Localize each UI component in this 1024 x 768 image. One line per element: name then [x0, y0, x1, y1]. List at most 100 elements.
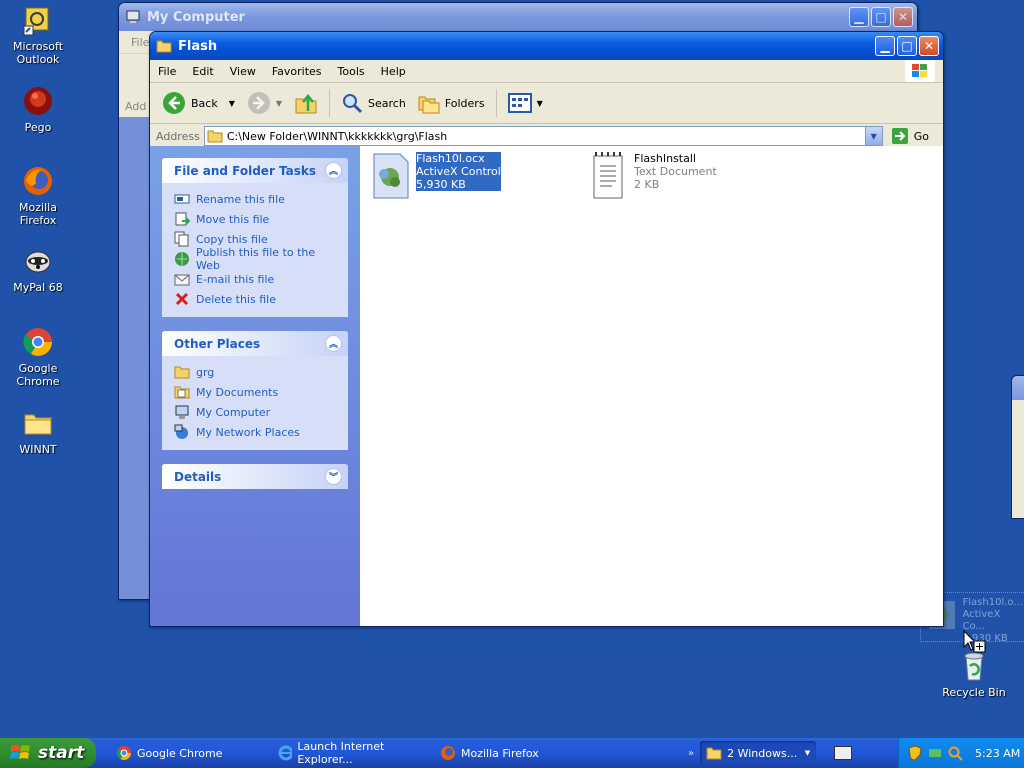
keyboard-icon[interactable]: [834, 746, 853, 760]
panel-header[interactable]: Other Places ︽: [162, 331, 348, 356]
firefox-icon: [441, 746, 455, 760]
address-input[interactable]: C:\New Folder\WINNT\kkkkkkk\grg\Flash ▼: [203, 126, 883, 146]
menu-tools[interactable]: Tools: [330, 65, 373, 78]
desktop-icon-label: MyPal 68: [13, 281, 63, 294]
my-computer-icon: [175, 405, 189, 419]
task-delete[interactable]: Delete this file: [174, 289, 336, 309]
move-icon: [175, 212, 190, 226]
minimize-button[interactable]: ▁: [875, 36, 895, 56]
menu-edit[interactable]: Edit: [184, 65, 221, 78]
start-button[interactable]: start: [0, 738, 96, 768]
file-size: 2 KB: [634, 178, 660, 191]
file-size: 5,930 KB: [416, 178, 501, 191]
taskbar-item-ie[interactable]: Launch Internet Explorer...: [272, 740, 434, 766]
go-button[interactable]: Go: [887, 125, 933, 147]
task-label: Rename this file: [196, 192, 285, 206]
file-type: ActiveX Control: [416, 165, 501, 178]
place-my-computer[interactable]: My Computer: [174, 402, 336, 422]
forward-button[interactable]: ▼: [243, 89, 286, 117]
expand-chevron-icon[interactable]: ︾: [325, 468, 342, 485]
ie-icon: [278, 745, 293, 761]
menu-file[interactable]: File: [150, 65, 184, 78]
task-publish[interactable]: Publish this file to the Web: [174, 246, 336, 272]
offscreen-window-edge[interactable]: [1011, 375, 1024, 519]
details-panel: Details ︾: [162, 464, 348, 489]
task-label: Move this file: [196, 212, 270, 226]
address-label: Add: [125, 99, 147, 113]
place-my-documents[interactable]: My Documents: [174, 382, 336, 402]
taskbar-item-label: 2 Windows...: [727, 746, 798, 760]
file-list: Flash10l.ocx ActiveX Control 5,930 KB Fl…: [360, 146, 943, 626]
security-shield-icon[interactable]: [907, 745, 923, 761]
search-tray-icon[interactable]: [947, 745, 963, 761]
address-dropdown-icon[interactable]: ▼: [864, 127, 882, 145]
menu-bar: File Edit View Favorites Tools Help: [150, 60, 943, 83]
close-button[interactable]: ✕: [919, 36, 939, 56]
desktop-icon-label: Microsoft Outlook: [12, 40, 64, 66]
copy-icon: [174, 231, 189, 247]
desktop-icon-label: WINNT: [19, 443, 57, 456]
text-document-icon: [593, 152, 623, 199]
window-title: Flash: [178, 38, 218, 54]
folder-icon: [174, 366, 190, 379]
file-item[interactable]: FlashInstall Text Document 2 KB: [588, 152, 717, 200]
my-computer-titlebar[interactable]: My Computer ▁ □ ✕: [119, 3, 917, 31]
file-name: Flash10l.ocx: [416, 152, 501, 165]
collapse-chevron-icon[interactable]: ︽: [325, 335, 342, 352]
mypal-icon: [22, 245, 54, 277]
taskbar-item-firefox[interactable]: Mozilla Firefox: [434, 741, 596, 765]
back-button[interactable]: Back ▼: [158, 89, 239, 117]
folder-icon: [207, 130, 223, 143]
desktop-icon-pego[interactable]: Pego: [0, 85, 76, 134]
search-button[interactable]: Search: [337, 90, 410, 116]
overflow-chevron-icon[interactable]: »: [688, 748, 694, 759]
minimize-button[interactable]: ▁: [849, 7, 869, 27]
taskbar-item-chrome[interactable]: Google Chrome: [110, 741, 272, 765]
email-icon: [174, 274, 190, 286]
flash-titlebar[interactable]: Flash ▁ □ ✕: [150, 32, 943, 60]
desktop-icon-outlook[interactable]: Microsoft Outlook: [0, 4, 76, 66]
task-move[interactable]: Move this file: [174, 209, 336, 229]
file-item[interactable]: Flash10l.ocx ActiveX Control 5,930 KB: [370, 152, 501, 200]
views-button[interactable]: ▼: [504, 91, 547, 115]
place-label: grg: [196, 365, 215, 379]
panel-header[interactable]: Details ︾: [162, 464, 348, 489]
flash-window[interactable]: Flash ▁ □ ✕ File Edit View Favorites Too…: [149, 31, 944, 627]
desktop-icon-mypal[interactable]: MyPal 68: [0, 245, 76, 294]
collapse-chevron-icon[interactable]: ︽: [325, 162, 342, 179]
menu-file[interactable]: File: [131, 36, 149, 49]
chrome-icon: [116, 746, 131, 760]
clock: 5:23 AM: [975, 746, 1021, 760]
desktop-icon-chrome[interactable]: Google Chrome: [0, 326, 76, 388]
task-rename[interactable]: Rename this file: [174, 189, 336, 209]
maximize-button[interactable]: □: [871, 7, 891, 27]
close-button[interactable]: ✕: [893, 7, 913, 27]
file-name: FlashInstall: [634, 152, 696, 165]
task-email[interactable]: E-mail this file: [174, 269, 336, 289]
maximize-button[interactable]: □: [897, 36, 917, 56]
delete-icon: [175, 292, 189, 306]
back-dropdown-icon[interactable]: ▼: [229, 99, 235, 108]
place-label: My Computer: [196, 405, 271, 419]
task-label: E-mail this file: [196, 272, 275, 286]
forward-dropdown-icon[interactable]: ▼: [276, 99, 282, 108]
place-network[interactable]: My Network Places: [174, 422, 336, 442]
menu-view[interactable]: View: [222, 65, 264, 78]
desktop-icon-firefox[interactable]: Mozilla Firefox: [0, 165, 76, 227]
desktop-icon-recycle-bin[interactable]: Recycle Bin: [936, 650, 1012, 699]
place-grg[interactable]: grg: [174, 362, 336, 382]
folders-button[interactable]: Folders: [414, 90, 489, 116]
folder-icon: [706, 747, 722, 760]
up-folder-button[interactable]: [290, 89, 322, 117]
up-folder-icon: [295, 94, 317, 114]
menu-favorites[interactable]: Favorites: [264, 65, 330, 78]
taskbar-group-windows[interactable]: 2 Windows... ▼: [700, 741, 817, 765]
taskbar-item-label: Google Chrome: [137, 746, 223, 760]
network-icon[interactable]: [927, 745, 943, 761]
back-label: Back: [191, 96, 218, 110]
folders-icon: [418, 96, 440, 114]
desktop-icon-winnt[interactable]: WINNT: [0, 407, 76, 456]
chrome-icon: [22, 326, 54, 358]
menu-help[interactable]: Help: [373, 65, 414, 78]
panel-header[interactable]: File and Folder Tasks ︽: [162, 158, 348, 183]
